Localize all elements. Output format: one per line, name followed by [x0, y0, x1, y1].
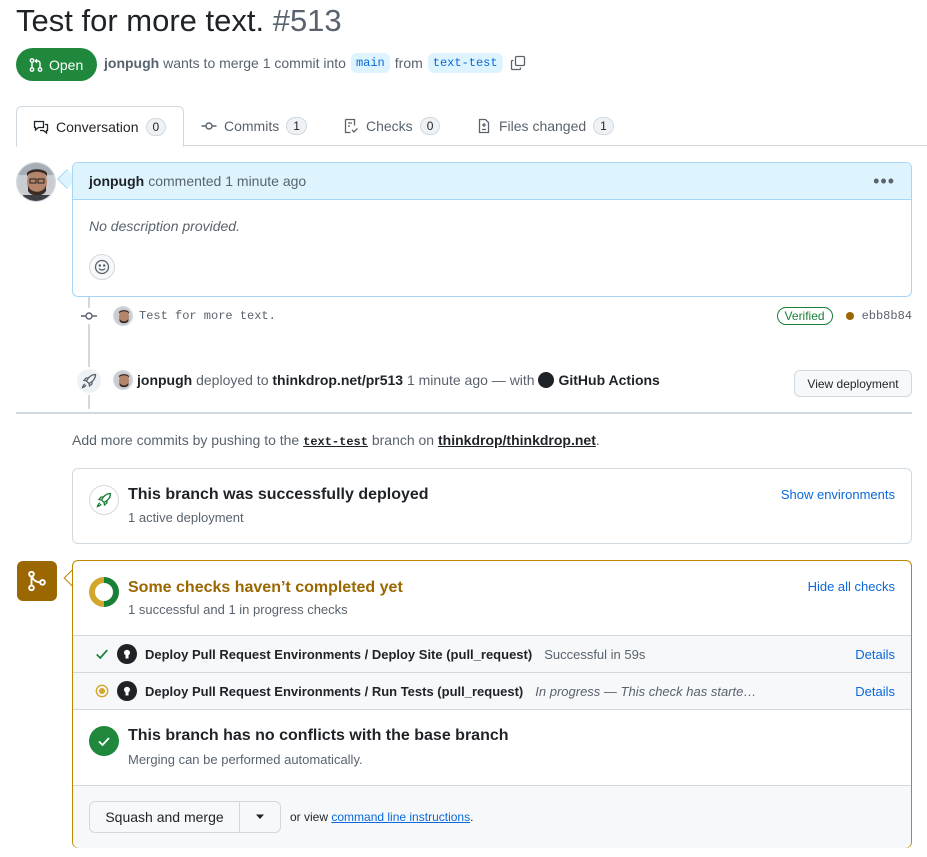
push-note-branch[interactable]: text-test — [303, 435, 368, 449]
deploy-time: 1 minute ago — with — [406, 372, 535, 388]
pr-title-text: Test for more text. — [16, 3, 265, 38]
comment-body: No description provided. — [89, 218, 240, 234]
head-branch[interactable]: text-test — [427, 53, 503, 73]
comment-header: jonpugh commented 1 minute ago ••• — [73, 163, 911, 200]
merge-box: Some checks haven’t completed yet 1 succ… — [72, 560, 912, 848]
tab-commits[interactable]: Commits 1 — [201, 106, 307, 146]
checklist-icon — [343, 118, 359, 134]
pr-number: #513 — [272, 3, 342, 38]
check-name: Deploy Pull Request Environments / Deplo… — [145, 646, 533, 662]
no-conflicts-subtitle: Merging can be performed automatically. — [128, 752, 363, 767]
pr-tabs: Conversation 0 Commits 1 Checks 0 Files … — [16, 106, 927, 147]
view-deployment-button[interactable]: View deployment — [794, 370, 912, 397]
pr-merge-text: wants to merge 1 commit into — [163, 55, 346, 71]
commit-status-dot[interactable] — [845, 312, 854, 320]
command-line-instructions-link[interactable]: command line instructions — [331, 810, 470, 824]
pr-author-link[interactable]: jonpugh — [104, 55, 159, 71]
checks-title: Some checks haven’t completed yet — [128, 579, 403, 596]
show-environments-link[interactable]: Show environments — [781, 487, 895, 502]
check-row: Deploy Pull Request Environments / Deplo… — [73, 635, 911, 672]
commit-sha[interactable]: ebb8b84 — [862, 309, 912, 323]
rocket-icon — [75, 367, 103, 395]
git-commit-icon — [80, 308, 98, 324]
cli-or-text: or view — [290, 810, 329, 824]
deploy-box-title: This branch was successfully deployed — [128, 486, 429, 503]
push-note-prefix: Add more commits by pushing to the — [72, 432, 300, 448]
checks-progress-icon — [89, 577, 119, 607]
deploy-box-subtitle: 1 active deployment — [128, 510, 244, 525]
tab-counter: 1 — [286, 117, 307, 135]
deploy-environment[interactable]: thinkdrop.net/pr513 — [272, 372, 403, 388]
avatar[interactable] — [113, 370, 133, 390]
deployment-event: jonpugh deployed to thinkdrop.net/pr513 … — [113, 370, 660, 390]
check-status: Successful in 59s — [544, 646, 646, 662]
deploy-text: deployed to — [196, 372, 269, 388]
comment-author[interactable]: jonpugh — [89, 173, 144, 189]
check-icon — [95, 647, 109, 661]
timeline-commit: Test for more text. Verified ebb8b84 — [80, 304, 912, 328]
pr-meta: jonpugh wants to merge 1 commit into mai… — [104, 53, 526, 73]
tab-label: Conversation — [56, 118, 139, 135]
triangle-down-icon — [255, 814, 265, 820]
deployment-status-box: This branch was successfully deployed 1 … — [72, 468, 912, 544]
tab-counter: 1 — [593, 117, 614, 135]
base-branch[interactable]: main — [350, 53, 390, 73]
timeline-divider — [16, 412, 912, 414]
git-merge-icon — [17, 561, 57, 601]
deploy-app[interactable]: GitHub Actions — [558, 372, 659, 388]
pr-state-label: Open — [49, 56, 84, 73]
tab-label: Checks — [366, 118, 413, 134]
comment-discussion-icon — [33, 119, 49, 135]
tab-label: Commits — [224, 118, 280, 134]
comment-action: commented 1 minute ago — [148, 173, 307, 189]
check-details-link[interactable]: Details — [855, 647, 895, 662]
tab-counter: 0 — [145, 117, 167, 136]
push-note-middle: branch on — [371, 432, 435, 448]
rocket-icon — [89, 485, 119, 515]
pr-from-text: from — [394, 55, 423, 71]
hide-all-checks-link[interactable]: Hide all checks — [808, 579, 895, 594]
merge-method-dropdown[interactable] — [239, 801, 281, 833]
check-status: In progress — This check has starte… — [535, 683, 757, 699]
pr-state-badge: Open — [16, 48, 98, 81]
commit-message[interactable]: Test for more text. — [139, 309, 276, 323]
git-pull-request-icon — [28, 57, 44, 73]
github-actions-icon — [117, 681, 137, 701]
cli-note: or view command line instructions. — [290, 810, 473, 824]
avatar[interactable] — [16, 162, 56, 202]
check-row: Deploy Pull Request Environments / Run T… — [73, 672, 911, 709]
no-conflicts-section: This branch has no conflicts with the ba… — [73, 709, 911, 785]
verified-badge[interactable]: Verified — [776, 307, 833, 325]
check-name: Deploy Pull Request Environments / Run T… — [145, 683, 524, 699]
file-diff-icon — [476, 118, 492, 134]
comment-card: jonpugh commented 1 minute ago ••• No de… — [72, 162, 912, 297]
push-note-repo[interactable]: thinkdrop/thinkdrop.net — [438, 432, 596, 448]
pr-title: Test for more text. #513 — [16, 3, 342, 39]
tab-conversation[interactable]: Conversation 0 — [16, 106, 184, 147]
squash-and-merge-button[interactable]: Squash and merge — [89, 801, 240, 833]
merge-footer: Squash and merge or view command line in… — [73, 785, 911, 848]
copy-icon[interactable] — [510, 55, 526, 71]
tab-files-changed[interactable]: Files changed 1 — [476, 106, 614, 146]
tab-checks[interactable]: Checks 0 — [343, 106, 441, 146]
check-circle-icon — [89, 726, 119, 756]
smiley-icon[interactable] — [89, 254, 115, 280]
dot-fill-icon — [95, 684, 109, 698]
deploy-user[interactable]: jonpugh — [137, 372, 192, 388]
kebab-horizontal-icon[interactable]: ••• — [873, 171, 895, 192]
checks-subtitle: 1 successful and 1 in progress checks — [128, 602, 348, 617]
avatar[interactable] — [113, 306, 133, 326]
cli-suffix: . — [470, 810, 474, 824]
tab-counter: 0 — [419, 117, 441, 135]
check-details-link[interactable]: Details — [855, 684, 895, 699]
git-commit-icon — [201, 118, 217, 134]
push-note-suffix: . — [595, 432, 600, 448]
push-note: Add more commits by pushing to the text-… — [72, 432, 600, 449]
github-actions-icon — [117, 644, 137, 664]
github-logo-icon — [538, 372, 555, 388]
tab-label: Files changed — [499, 118, 587, 134]
no-conflicts-title: This branch has no conflicts with the ba… — [128, 727, 509, 744]
